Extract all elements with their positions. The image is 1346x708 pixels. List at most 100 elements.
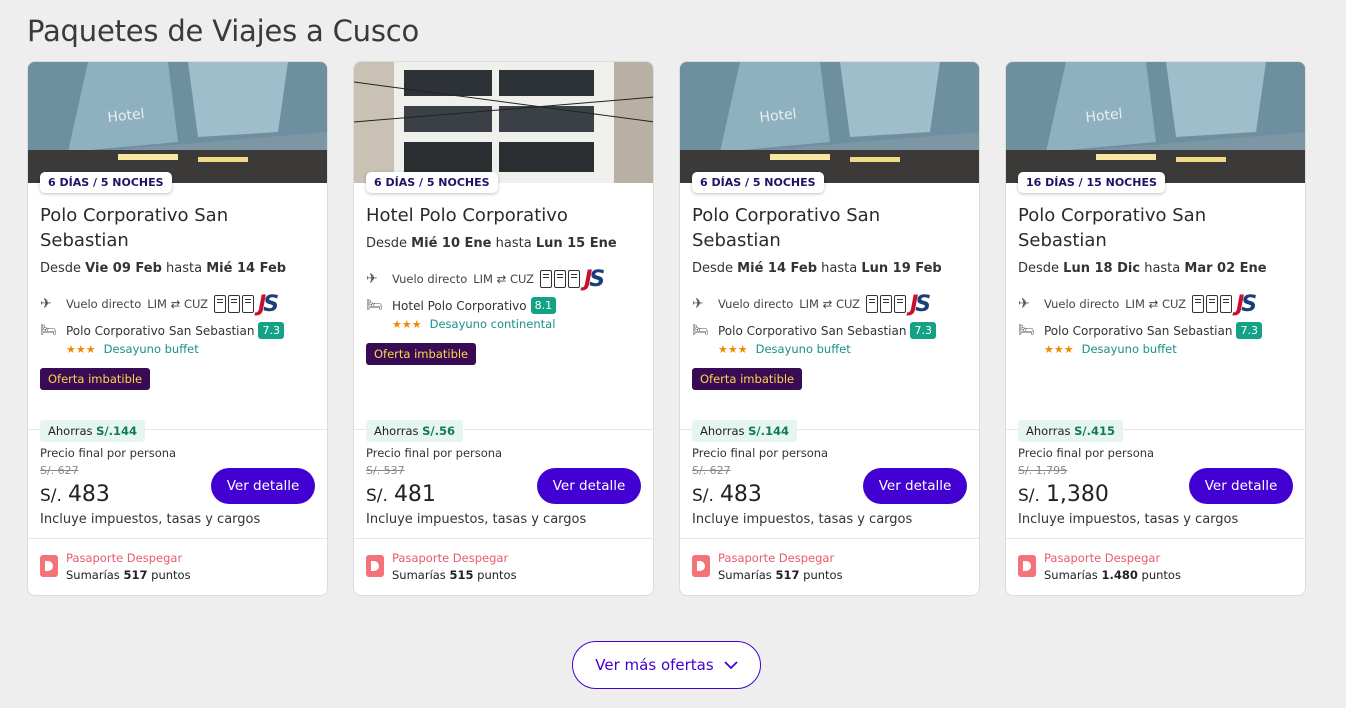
travel-dates: Desde Mié 10 Ene hasta Lun 15 Ene	[366, 236, 617, 251]
bed-icon: 🛏	[1018, 323, 1035, 338]
duration-badge: 6 DÍAS / 5 NOCHES	[40, 172, 172, 193]
offer-badge: Oferta imbatible	[366, 343, 477, 365]
flight-label: Vuelo directo	[718, 297, 794, 311]
passport-icon	[40, 555, 58, 577]
final-price-label: Precio final por persona	[40, 446, 177, 460]
flight-info: ✈ Vuelo directo LIM ⇄ CUZ JS	[366, 266, 641, 292]
hotel-label: Polo Corporativo San Sebastian	[66, 323, 255, 338]
meal-info: ★★★ Desayuno buffet	[718, 342, 967, 356]
hotel-name[interactable]: Hotel Polo Corporativo	[366, 203, 641, 228]
price: S/. 483	[40, 482, 110, 507]
passport-section: Pasaporte Despegar Sumarías 517 puntos	[680, 538, 979, 595]
final-price-label: Precio final por persona	[1018, 446, 1155, 460]
travel-dates: Desde Lun 18 Dic hasta Mar 02 Ene	[1018, 261, 1267, 276]
hotel-label: Polo Corporativo San Sebastian	[1044, 323, 1233, 338]
luggage-icon	[540, 270, 581, 288]
plane-icon: ✈	[692, 296, 704, 312]
view-detail-button[interactable]: Ver detalle	[1189, 468, 1293, 504]
hotel-photo: Hotel	[680, 62, 979, 183]
hotel-label: Hotel Polo Corporativo	[392, 298, 527, 313]
luggage-icon	[866, 295, 907, 313]
rating-badge: 8.1	[530, 297, 557, 314]
passport-section: Pasaporte Despegar Sumarías 1.480 puntos	[1006, 538, 1305, 595]
passport-points: Sumarías 1.480 puntos	[1044, 568, 1181, 582]
passport-points: Sumarías 517 puntos	[66, 568, 191, 582]
plane-icon: ✈	[40, 296, 52, 312]
airline-logo: JS	[910, 291, 931, 317]
hotel-photo: Hotel	[28, 62, 327, 183]
flight-info: ✈ Vuelo directo LIM ⇄ CUZ JS	[40, 291, 315, 317]
flight-label: Vuelo directo	[392, 272, 468, 286]
offer-badge: Oferta imbatible	[692, 368, 803, 390]
hotel-name[interactable]: Polo Corporativo San Sebastian	[1018, 203, 1293, 253]
old-price: S/. 627	[692, 464, 731, 477]
hotel-photo	[354, 62, 653, 183]
hotel-info: 🛏 Polo Corporativo San Sebastian 7.3	[692, 322, 967, 339]
route: LIM ⇄ CUZ	[1125, 297, 1187, 311]
price-section: Ahorras S/.56 Precio final por persona S…	[354, 420, 653, 527]
passport-title: Pasaporte Despegar	[392, 551, 509, 565]
hotel-name[interactable]: Polo Corporativo San Sebastian	[40, 203, 315, 253]
price: S/. 481	[366, 482, 436, 507]
dates-prefix: Desde	[40, 261, 82, 276]
travel-dates: Desde Vie 09 Feb hasta Mié 14 Feb	[40, 261, 315, 276]
route: LIM ⇄ CUZ	[147, 297, 209, 311]
airline-logo: JS	[584, 266, 605, 292]
bed-icon: 🛏	[366, 298, 383, 313]
passport-icon	[1018, 555, 1036, 577]
page-title: Paquetes de Viajes a Cusco	[27, 14, 420, 48]
travel-dates: Desde Mié 14 Feb hasta Lun 19 Feb	[692, 261, 942, 276]
package-card[interactable]: Hotel 16 DÍAS / 15 NOCHES Polo Corporati…	[1005, 61, 1306, 596]
more-offers-button[interactable]: Ver más ofertas	[572, 641, 761, 689]
route: LIM ⇄ CUZ	[473, 272, 535, 286]
star-rating: ★★★	[66, 342, 96, 356]
hotel-name[interactable]: Polo Corporativo San Sebastian	[692, 203, 967, 253]
taxes-note: Incluye impuestos, tasas y cargos	[40, 512, 261, 527]
meal-info: ★★★ Desayuno buffet	[66, 342, 315, 356]
price-section: Ahorras S/.144 Precio final por persona …	[680, 420, 979, 527]
savings-badge: Ahorras S/.56	[366, 420, 463, 442]
package-card[interactable]: 6 DÍAS / 5 NOCHES Hotel Polo Corporativo…	[353, 61, 654, 596]
route: LIM ⇄ CUZ	[799, 297, 861, 311]
price: S/. 483	[692, 482, 762, 507]
meal-plan: Desayuno buffet	[1081, 342, 1177, 356]
passport-section: Pasaporte Despegar Sumarías 515 puntos	[354, 538, 653, 595]
dates-mid: hasta	[166, 261, 203, 276]
duration-badge: 16 DÍAS / 15 NOCHES	[1018, 172, 1165, 193]
taxes-note: Incluye impuestos, tasas y cargos	[692, 512, 913, 527]
flight-label: Vuelo directo	[1044, 297, 1120, 311]
meal-plan: Desayuno continental	[429, 317, 556, 331]
savings-badge: Ahorras S/.144	[692, 420, 797, 442]
meal-info: ★★★ Desayuno continental	[392, 317, 641, 331]
final-price-label: Precio final por persona	[366, 446, 503, 460]
passport-title: Pasaporte Despegar	[718, 551, 835, 565]
view-detail-button[interactable]: Ver detalle	[211, 468, 315, 504]
view-detail-button[interactable]: Ver detalle	[863, 468, 967, 504]
star-rating: ★★★	[392, 317, 422, 331]
price-section: Ahorras S/.415 Precio final por persona …	[1006, 420, 1305, 527]
bed-icon: 🛏	[40, 323, 57, 338]
hotel-info: 🛏 Polo Corporativo San Sebastian 7.3	[40, 322, 315, 339]
duration-badge: 6 DÍAS / 5 NOCHES	[692, 172, 824, 193]
airline-logo: JS	[258, 291, 279, 317]
bed-icon: 🛏	[692, 323, 709, 338]
hotel-info: 🛏 Polo Corporativo San Sebastian 7.3	[1018, 322, 1293, 339]
savings-badge: Ahorras S/.144	[40, 420, 145, 442]
savings-badge: Ahorras S/.415	[1018, 420, 1123, 442]
duration-badge: 6 DÍAS / 5 NOCHES	[366, 172, 498, 193]
flight-info: ✈ Vuelo directo LIM ⇄ CUZ JS	[692, 291, 967, 317]
package-card[interactable]: Hotel 6 DÍAS / 5 NOCHES Polo Corporativo…	[27, 61, 328, 596]
hotel-photo: Hotel	[1006, 62, 1305, 183]
plane-icon: ✈	[1018, 296, 1030, 312]
more-offers-label: Ver más ofertas	[595, 656, 714, 674]
taxes-note: Incluye impuestos, tasas y cargos	[366, 512, 587, 527]
plane-icon: ✈	[366, 271, 378, 287]
view-detail-button[interactable]: Ver detalle	[537, 468, 641, 504]
rating-badge: 7.3	[258, 322, 284, 339]
chevron-down-icon	[724, 656, 738, 674]
meal-plan: Desayuno buffet	[103, 342, 199, 356]
price: S/. 1,380	[1018, 482, 1109, 507]
passport-points: Sumarías 517 puntos	[718, 568, 843, 582]
passport-points: Sumarías 515 puntos	[392, 568, 517, 582]
package-card[interactable]: Hotel 6 DÍAS / 5 NOCHES Polo Corporativo…	[679, 61, 980, 596]
